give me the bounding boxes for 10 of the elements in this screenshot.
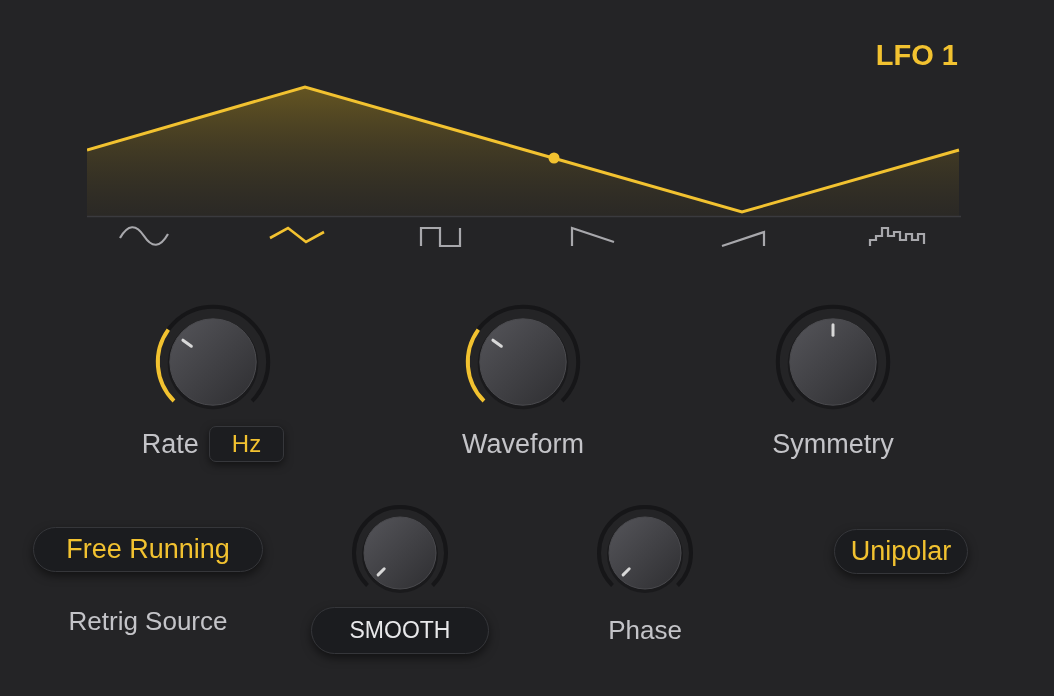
unit-button[interactable]: Hz — [208, 426, 285, 462]
knob-label: Waveform — [462, 428, 584, 460]
knob-label: Symmetry — [772, 428, 894, 460]
retrig-mode-button[interactable]: Free Running — [33, 527, 263, 572]
phase-label: Phase — [608, 615, 682, 646]
smooth-button[interactable]: SMOOTH — [310, 607, 490, 654]
knob-label: Rate — [141, 428, 199, 460]
retrig-label: Retrig Source — [68, 606, 228, 637]
panel-title: LFO 1 — [875, 38, 958, 72]
polarity-button[interactable]: Unipolar — [833, 529, 969, 574]
